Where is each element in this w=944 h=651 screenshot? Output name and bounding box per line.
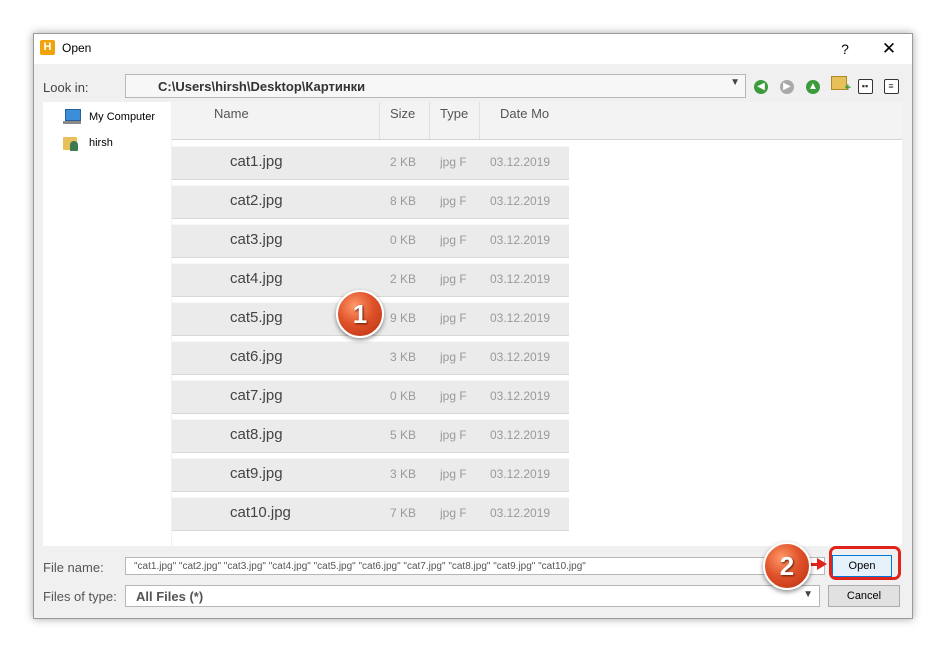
file-name-cell: cat8.jpg xyxy=(230,426,283,443)
file-size-cell: 5 KB xyxy=(390,428,417,442)
file-list[interactable]: Name Size Type Date Mo cat1.jpg 2 KB jpg F… xyxy=(172,102,902,546)
file-date-cell: 03.12.2019 xyxy=(490,389,551,403)
file-name-cell: cat7.jpg xyxy=(230,387,283,404)
column-header-size[interactable]: Size xyxy=(390,102,422,139)
file-date-cell: 03.12.2019 xyxy=(490,506,551,520)
computer-icon xyxy=(63,109,81,125)
file-size-cell: 7 KB xyxy=(390,506,417,520)
chevron-down-icon: ▼ xyxy=(730,77,740,88)
file-name-cell: cat10.jpg xyxy=(230,504,291,521)
file-type-cell: jpg F xyxy=(440,155,466,169)
new-folder-icon: + xyxy=(831,76,851,94)
file-name-cell: cat6.jpg xyxy=(230,348,283,365)
window-title: Open xyxy=(62,41,92,55)
cancel-button[interactable]: Cancel xyxy=(828,585,900,607)
file-date-cell: 03.12.2019 xyxy=(490,194,551,208)
file-row[interactable]: cat1.jpg 2 KB jpg F 03.12.2019 xyxy=(172,146,569,180)
details-view-icon: ≡ xyxy=(883,79,899,94)
file-size-cell: 2 KB xyxy=(390,272,417,286)
step-badge-2: 2 xyxy=(763,542,811,590)
file-name-label: File name: xyxy=(43,560,104,575)
file-row[interactable]: cat7.jpg 0 KB jpg F 03.12.2019 xyxy=(172,380,569,414)
column-header-name[interactable]: Name xyxy=(214,102,374,139)
file-type-value: All Files (*) xyxy=(136,589,204,604)
open-dialog: H Open ? ✕ Look in: C:\Users\hirsh\Deskt… xyxy=(33,33,913,619)
up-folder-button[interactable]: ▲ xyxy=(804,76,822,94)
file-name-cell: cat9.jpg xyxy=(230,465,283,482)
file-type-cell: jpg F xyxy=(440,506,466,520)
back-icon: ◀ xyxy=(754,80,768,94)
file-name-cell: cat2.jpg xyxy=(230,192,283,209)
file-size-cell: 0 KB xyxy=(390,389,417,403)
file-date-cell: 03.12.2019 xyxy=(490,155,551,169)
file-list-header: Name Size Type Date Mo xyxy=(172,102,902,140)
file-size-cell: 9 KB xyxy=(390,311,417,325)
step-badge-1: 1 xyxy=(336,290,384,338)
back-button[interactable]: ◀ xyxy=(752,76,770,94)
file-size-cell: 3 KB xyxy=(390,350,417,364)
chevron-down-icon: ▼ xyxy=(803,589,813,600)
up-folder-icon: ▲ xyxy=(806,80,820,94)
column-header-type[interactable]: Type xyxy=(440,102,474,139)
user-folder-icon xyxy=(63,135,81,151)
file-rows: cat1.jpg 2 KB jpg F 03.12.2019 cat2.jpg 8 KB j… xyxy=(172,146,572,536)
file-type-cell: jpg F xyxy=(440,194,466,208)
look-in-dropdown[interactable]: C:\Users\hirsh\Desktop\Картинки ▼ xyxy=(125,74,746,98)
file-date-cell: 03.12.2019 xyxy=(490,233,551,247)
file-type-cell: jpg F xyxy=(440,350,466,364)
file-type-cell: jpg F xyxy=(440,311,466,325)
file-type-cell: jpg F xyxy=(440,389,466,403)
file-date-cell: 03.12.2019 xyxy=(490,428,551,442)
sidebar-item-label: hirsh xyxy=(89,137,113,149)
column-header-date[interactable]: Date Mo xyxy=(500,102,550,139)
file-row[interactable]: cat8.jpg 5 KB jpg F 03.12.2019 xyxy=(172,419,569,453)
file-size-cell: 0 KB xyxy=(390,233,417,247)
details-view-button[interactable]: ≡ xyxy=(882,76,900,94)
file-name-cell: cat3.jpg xyxy=(230,231,283,248)
column-divider[interactable] xyxy=(379,102,380,139)
open-button-highlight xyxy=(829,546,901,580)
file-row[interactable]: cat3.jpg 0 KB jpg F 03.12.2019 xyxy=(172,224,569,258)
file-date-cell: 03.12.2019 xyxy=(490,467,551,481)
file-type-select[interactable]: All Files (*) ▼ xyxy=(125,585,820,607)
new-folder-button[interactable]: + xyxy=(830,76,851,94)
forward-button[interactable]: ▶ xyxy=(778,76,796,94)
pointer-arrow-head xyxy=(817,558,827,570)
look-in-path: C:\Users\hirsh\Desktop\Картинки xyxy=(158,79,366,94)
column-divider[interactable] xyxy=(429,102,430,139)
file-date-cell: 03.12.2019 xyxy=(490,311,551,325)
places-sidebar: My Computer hirsh xyxy=(43,102,171,546)
app-icon: H xyxy=(40,40,55,55)
list-view-button[interactable]: ▪▪ xyxy=(856,76,874,94)
file-name-cell: cat5.jpg xyxy=(230,309,283,326)
file-row[interactable]: cat9.jpg 3 KB jpg F 03.12.2019 xyxy=(172,458,569,492)
file-type-cell: jpg F xyxy=(440,467,466,481)
file-name-cell: cat1.jpg xyxy=(230,153,283,170)
look-in-label: Look in: xyxy=(43,80,89,95)
file-row[interactable]: cat6.jpg 3 KB jpg F 03.12.2019 xyxy=(172,341,569,375)
list-view-icon: ▪▪ xyxy=(857,79,873,94)
file-size-cell: 8 KB xyxy=(390,194,417,208)
file-date-cell: 03.12.2019 xyxy=(490,350,551,364)
file-type-label: Files of type: xyxy=(43,589,117,604)
file-date-cell: 03.12.2019 xyxy=(490,272,551,286)
help-button[interactable]: ? xyxy=(830,37,860,61)
file-type-cell: jpg F xyxy=(440,272,466,286)
file-type-cell: jpg F xyxy=(440,233,466,247)
file-name-input[interactable]: "cat1.jpg" "cat2.jpg" "cat3.jpg" "cat4.j… xyxy=(125,557,825,575)
forward-icon: ▶ xyxy=(780,80,794,94)
column-divider[interactable] xyxy=(479,102,480,139)
close-button[interactable]: ✕ xyxy=(874,37,904,61)
file-size-cell: 2 KB xyxy=(390,155,417,169)
file-row[interactable]: cat2.jpg 8 KB jpg F 03.12.2019 xyxy=(172,185,569,219)
file-row[interactable]: cat10.jpg 7 KB jpg F 03.12.2019 xyxy=(172,497,569,531)
sidebar-item-label: My Computer xyxy=(89,111,156,123)
title-bar: H Open ? ✕ xyxy=(34,34,912,64)
file-size-cell: 3 KB xyxy=(390,467,417,481)
file-name-cell: cat4.jpg xyxy=(230,270,283,287)
file-type-cell: jpg F xyxy=(440,428,466,442)
